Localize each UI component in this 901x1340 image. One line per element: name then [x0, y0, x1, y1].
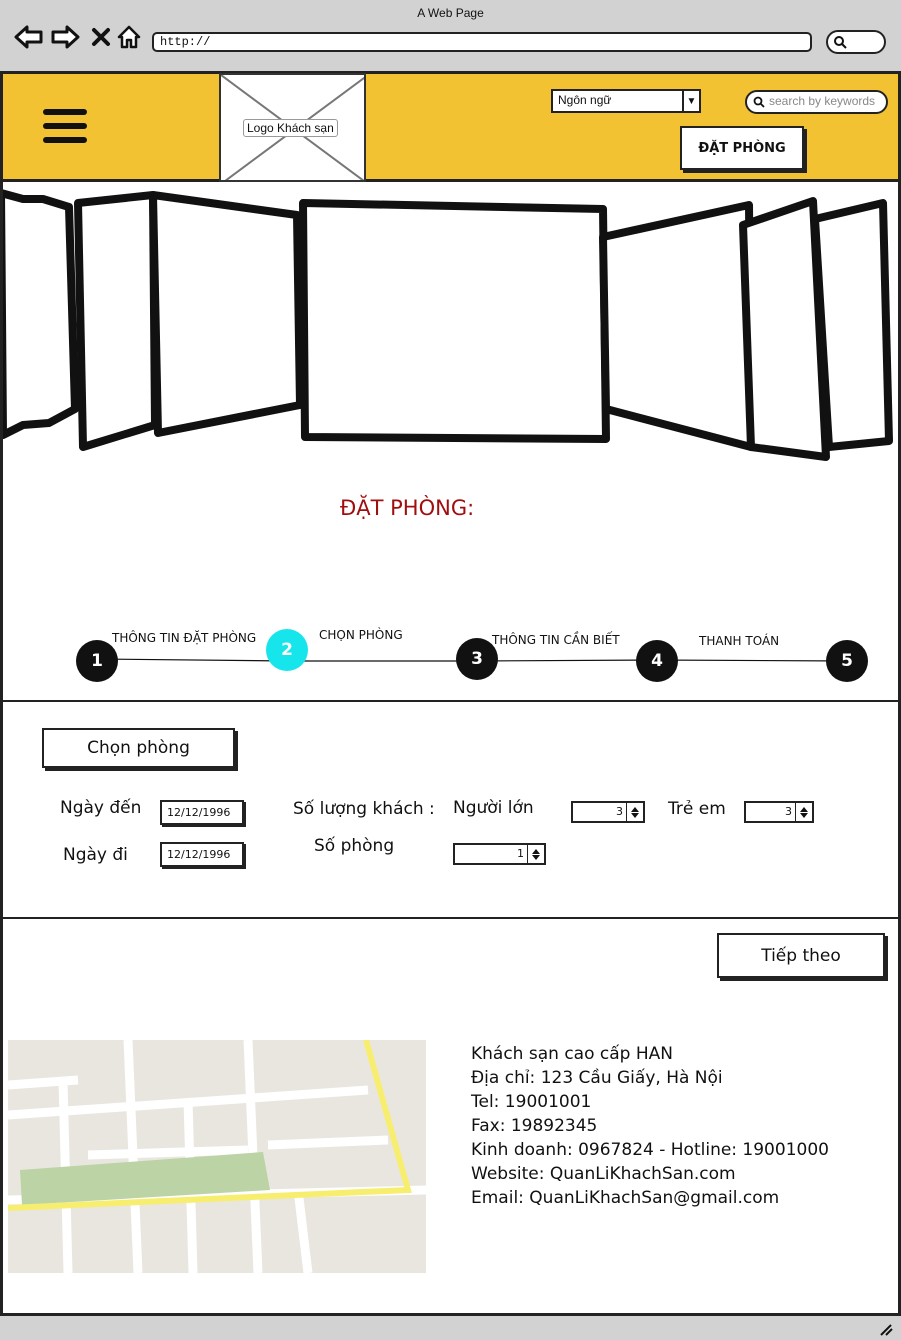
- menu-icon[interactable]: [43, 109, 87, 149]
- divider: [3, 700, 898, 702]
- close-icon[interactable]: [86, 22, 116, 52]
- search-input[interactable]: search by keywords: [745, 90, 888, 114]
- hotel-fax: Fax: 19892345: [471, 1116, 598, 1136]
- rooms-stepper[interactable]: 1: [453, 843, 546, 865]
- hotel-address: Địa chỉ: 123 Cầu Giấy, Hà Nội: [471, 1068, 723, 1088]
- carousel-slide: [811, 199, 893, 451]
- carousel-slide: [299, 199, 610, 443]
- search-icon: [834, 36, 847, 49]
- step-4-label: THANH TOÁN: [699, 634, 780, 648]
- guests-label: Số lượng khách :: [293, 799, 435, 819]
- children-label: Trẻ em: [668, 799, 726, 819]
- browser-search-field[interactable]: [826, 30, 886, 54]
- site-header: Logo Khách sạn Ngôn ngữ ▼ search by keyw…: [3, 73, 898, 182]
- booking-title: ĐẶT PHÒNG:: [340, 496, 475, 520]
- step-5[interactable]: 5: [826, 640, 868, 682]
- forward-icon[interactable]: [50, 22, 80, 52]
- adults-label: Người lớn: [453, 798, 534, 818]
- browser-chrome: A Web Page http://: [0, 0, 901, 74]
- resize-handle-icon[interactable]: [879, 1324, 893, 1336]
- arrival-label: Ngày đến: [60, 798, 142, 818]
- adults-stepper[interactable]: 3: [571, 801, 645, 823]
- children-value: 3: [785, 805, 792, 818]
- booking-stepper: 1 2 3 4 5 THÔNG TIN ĐẶT PHÒNG CHỌN PHÒNG…: [0, 620, 901, 690]
- window-title: A Web Page: [417, 6, 484, 20]
- home-icon[interactable]: [114, 22, 144, 52]
- logo-label: Logo Khách sạn: [243, 119, 338, 137]
- divider: [3, 917, 898, 919]
- language-select-value: Ngôn ngữ: [558, 93, 612, 107]
- departure-label: Ngày đi: [63, 845, 128, 865]
- url-input[interactable]: http://: [152, 32, 812, 52]
- search-placeholder: search by keywords: [769, 94, 876, 108]
- contact-info: Khách sạn cao cấp HAN Địa chỉ: 123 Cầu G…: [471, 1042, 829, 1210]
- hotel-email[interactable]: Email: QuanLiKhachSan@gmail.com: [471, 1186, 829, 1210]
- next-button[interactable]: Tiếp theo: [717, 933, 885, 978]
- status-bar: [0, 1313, 901, 1340]
- image-carousel[interactable]: [0, 185, 898, 475]
- choose-room-button[interactable]: Chọn phòng: [42, 728, 235, 768]
- location-map[interactable]: [8, 1040, 426, 1273]
- children-stepper[interactable]: 3: [744, 801, 814, 823]
- carousel-slide: [74, 191, 159, 451]
- book-room-button[interactable]: ĐẶT PHÒNG: [680, 126, 804, 170]
- spinner-icon[interactable]: [795, 803, 812, 821]
- rooms-value: 1: [517, 847, 524, 860]
- step-2[interactable]: 2: [266, 629, 308, 671]
- chevron-down-icon: ▼: [682, 91, 699, 111]
- carousel-slide: [599, 201, 755, 451]
- step-1-label: THÔNG TIN ĐẶT PHÒNG: [112, 631, 257, 645]
- adults-value: 3: [616, 805, 623, 818]
- back-icon[interactable]: [14, 22, 44, 52]
- carousel-slide: [149, 191, 304, 437]
- spinner-icon[interactable]: [626, 803, 643, 821]
- step-3-label: THÔNG TIN CẦN BIẾT: [492, 633, 620, 647]
- spinner-icon[interactable]: [527, 845, 544, 863]
- rooms-label: Số phòng: [314, 836, 395, 856]
- step-2-label: CHỌN PHÒNG: [319, 628, 403, 642]
- hotel-tel: Tel: 19001001: [471, 1092, 592, 1112]
- hotel-logo: Logo Khách sạn: [219, 73, 366, 182]
- hotel-name: Khách sạn cao cấp HAN: [471, 1044, 673, 1064]
- search-icon: [753, 96, 765, 108]
- carousel-slide: [0, 189, 79, 439]
- arrival-date-input[interactable]: 12/12/1996: [160, 800, 244, 825]
- departure-date-input[interactable]: 12/12/1996: [160, 842, 244, 867]
- hotel-business: Kinh doanh: 0967824 - Hotline: 19001000: [471, 1140, 829, 1160]
- step-4[interactable]: 4: [636, 640, 678, 682]
- hotel-website[interactable]: Website: QuanLiKhachSan.com: [471, 1162, 829, 1186]
- step-1[interactable]: 1: [76, 640, 118, 682]
- language-select[interactable]: Ngôn ngữ ▼: [551, 89, 701, 113]
